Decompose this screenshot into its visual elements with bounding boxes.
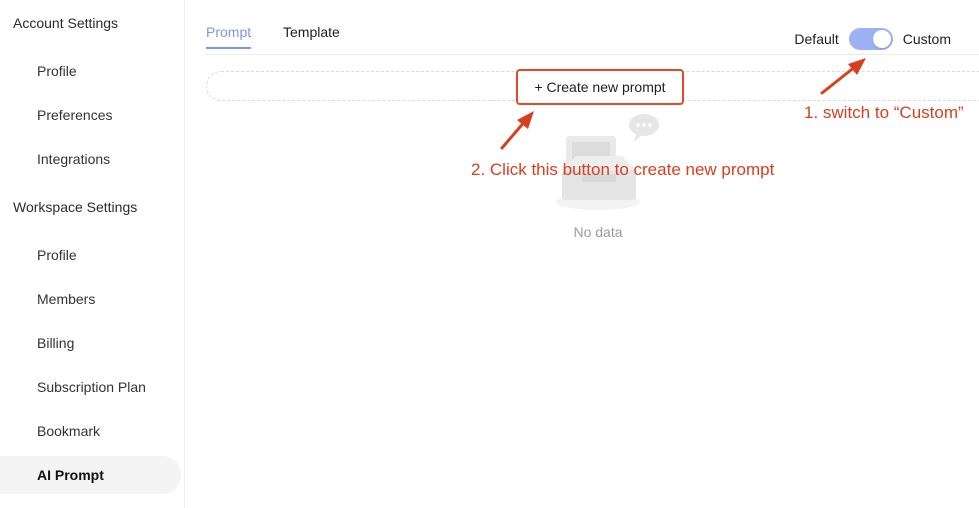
sidebar-item-billing[interactable]: Billing [0, 324, 181, 362]
create-new-prompt-button[interactable]: + Create new prompt [516, 69, 684, 105]
prompt-settings-panel: Prompt Template Default Custom + Create … [186, 0, 979, 508]
no-data-text: No data [573, 224, 623, 240]
annotation-step-2: 2. Click this button to create new promp… [471, 160, 775, 179]
workspace-settings-title: Workspace Settings [13, 199, 138, 215]
prompt-mode-switch[interactable] [848, 28, 893, 50]
tab-template[interactable]: Template [283, 24, 340, 40]
account-settings-title: Account Settings [13, 15, 119, 31]
arrow-to-create-button-icon [500, 111, 534, 150]
settings-sidebar: Account Settings Profile Preferences Int… [0, 0, 185, 508]
sidebar-item-account-profile[interactable]: Profile [0, 52, 181, 90]
tabs-divider [206, 54, 979, 55]
sidebar-item-members[interactable]: Members [0, 280, 181, 318]
sidebar-item-subscription-plan[interactable]: Subscription Plan [0, 368, 181, 406]
sidebar-item-workspace-profile[interactable]: Profile [0, 236, 181, 274]
prompt-mode-toggle-group: Default Custom [794, 28, 951, 50]
sidebar-item-ai-prompt[interactable]: AI Prompt [0, 456, 181, 494]
switch-knob [872, 30, 891, 48]
annotation-step-1: 1. switch to “Custom” [804, 103, 964, 122]
tab-prompt[interactable]: Prompt [206, 24, 252, 49]
toggle-label-custom: Custom [902, 31, 951, 47]
toggle-label-default: Default [794, 31, 839, 47]
sidebar-item-bookmark[interactable]: Bookmark [0, 412, 181, 450]
sidebar-item-preferences[interactable]: Preferences [0, 96, 181, 134]
sidebar-item-integrations[interactable]: Integrations [0, 140, 181, 178]
